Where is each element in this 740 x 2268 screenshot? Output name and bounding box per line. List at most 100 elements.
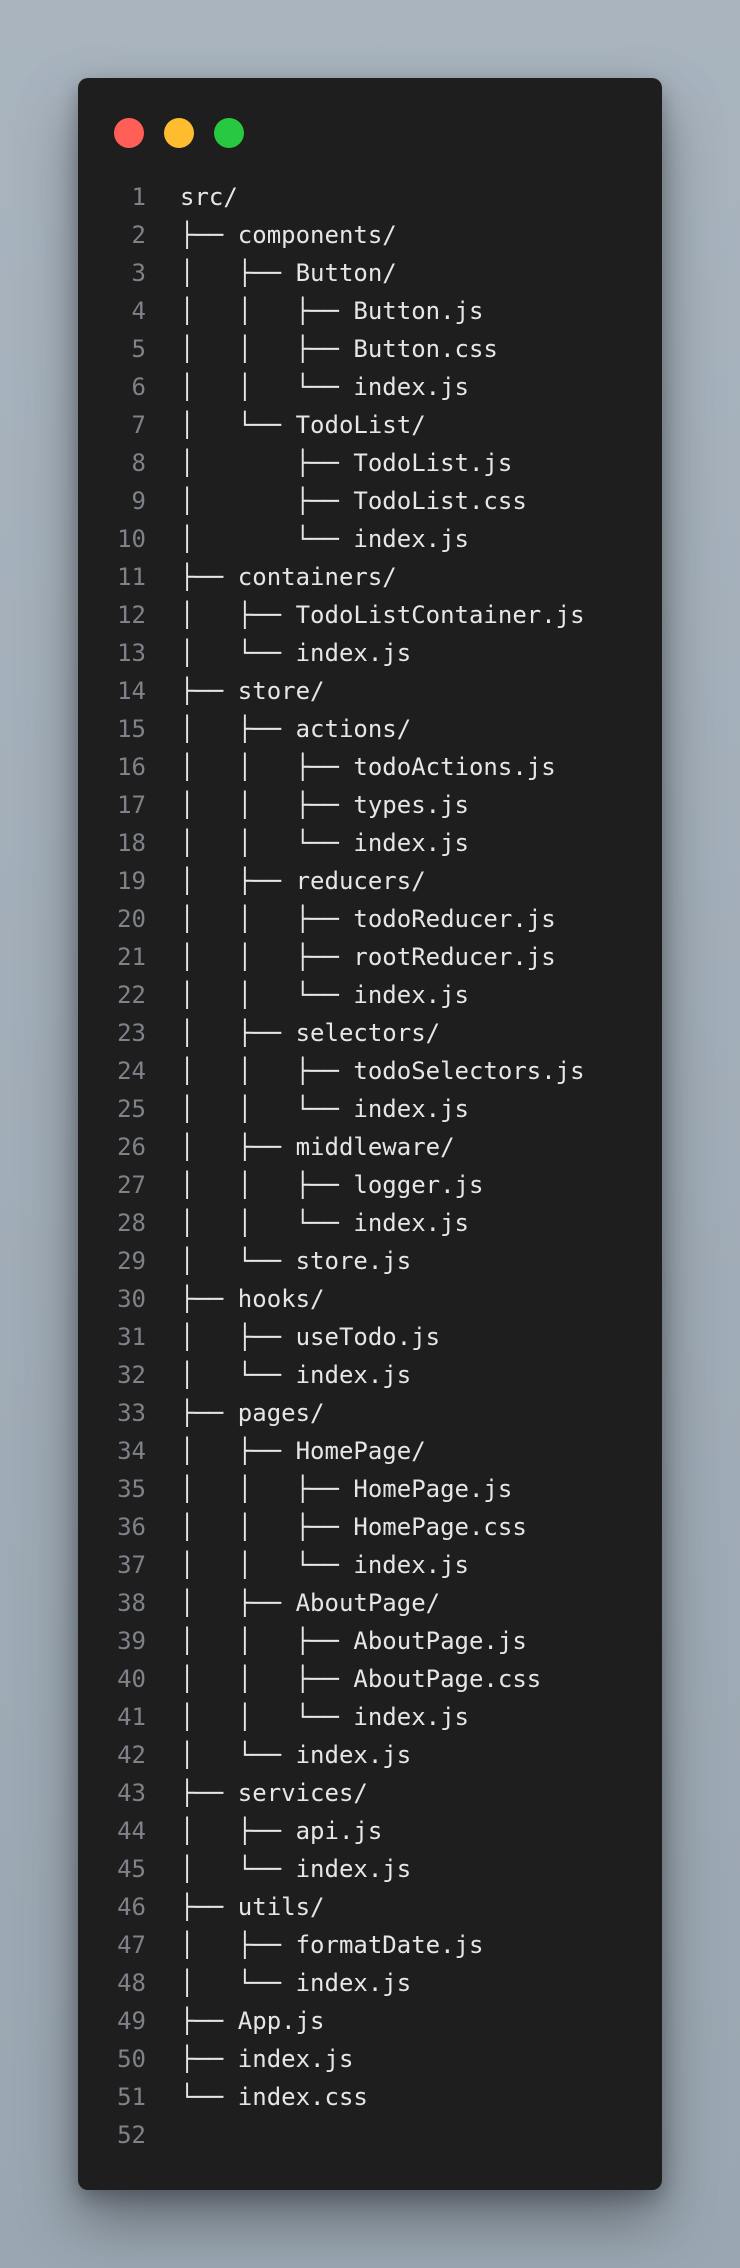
line-number: 23 (117, 1019, 146, 1047)
code-line: 36 │ │ ├── HomePage.css (78, 1508, 662, 1546)
line-text: │ ├── api.js (180, 1817, 383, 1845)
line-text (146, 2116, 180, 2154)
code-line: 21 │ │ ├── rootReducer.js (78, 938, 662, 976)
line-number: 15 (117, 715, 146, 743)
code-window: 1 src/2 ├── components/3 │ ├── Button/4 │ │ … (78, 78, 662, 2190)
line-number: 27 (117, 1171, 146, 1199)
line-text: │ │ ├── Button.css (180, 335, 498, 363)
line-text: │ │ ├── types.js (180, 791, 469, 819)
line-text: ├── utils/ (180, 1893, 325, 1921)
line-number: 41 (117, 1703, 146, 1731)
line-text: ├── pages/ (180, 1399, 325, 1427)
line-number: 6 (131, 373, 146, 401)
line-text: src/ (180, 183, 238, 211)
line-number: 30 (117, 1285, 146, 1313)
line-text: │ └── index.js (180, 525, 469, 553)
line-text: │ └── TodoList/ (180, 411, 426, 439)
code-line: 27 │ │ ├── logger.js (78, 1166, 662, 1204)
line-number: 12 (117, 601, 146, 629)
line-number: 1 (131, 183, 146, 211)
line-text: │ ├── selectors/ (180, 1019, 441, 1047)
line-text: ├── store/ (180, 677, 325, 705)
line-text: ├── index.js (180, 2045, 354, 2073)
line-number: 37 (117, 1551, 146, 1579)
code-line: 3 │ ├── Button/ (78, 254, 662, 292)
line-number: 5 (131, 335, 146, 363)
line-text: │ ├── middleware/ (180, 1133, 455, 1161)
line-number: 39 (117, 1627, 146, 1655)
line-text: │ │ └── index.js (180, 981, 469, 1009)
maximize-button[interactable] (214, 118, 244, 148)
line-number: 22 (117, 981, 146, 1009)
code-line: 11 ├── containers/ (78, 558, 662, 596)
line-text: │ ├── reducers/ (180, 867, 426, 895)
code-line: 44 │ ├── api.js (78, 1812, 662, 1850)
code-line: 41 │ │ └── index.js (78, 1698, 662, 1736)
line-text: │ │ ├── rootReducer.js (180, 943, 556, 971)
code-line: 2 ├── components/ (78, 216, 662, 254)
line-number: 44 (117, 1817, 146, 1845)
line-text: │ ├── useTodo.js (180, 1323, 441, 1351)
line-number: 28 (117, 1209, 146, 1237)
code-line: 12 │ ├── TodoListContainer.js (78, 596, 662, 634)
line-text: │ │ ├── todoReducer.js (180, 905, 556, 933)
code-line: 4 │ │ ├── Button.js (78, 292, 662, 330)
minimize-button[interactable] (164, 118, 194, 148)
line-number: 40 (117, 1665, 146, 1693)
code-line: 37 │ │ └── index.js (78, 1546, 662, 1584)
line-text: └── index.css (180, 2083, 368, 2111)
line-text: ├── components/ (180, 221, 397, 249)
code-line: 45 │ └── index.js (78, 1850, 662, 1888)
line-text: │ ├── actions/ (180, 715, 412, 743)
line-number: 4 (131, 297, 146, 325)
code-line: 1 src/ (78, 178, 662, 216)
line-text: │ │ ├── AboutPage.css (180, 1665, 542, 1693)
code-line: 26 │ ├── middleware/ (78, 1128, 662, 1166)
code-line: 47 │ ├── formatDate.js (78, 1926, 662, 1964)
line-text: │ │ ├── logger.js (180, 1171, 484, 1199)
code-line: 35 │ │ ├── HomePage.js (78, 1470, 662, 1508)
line-text: │ └── index.js (180, 1855, 412, 1883)
code-line: 31 │ ├── useTodo.js (78, 1318, 662, 1356)
line-number: 50 (117, 2045, 146, 2073)
code-line: 24 │ │ ├── todoSelectors.js (78, 1052, 662, 1090)
code-line: 38 │ ├── AboutPage/ (78, 1584, 662, 1622)
line-number: 47 (117, 1931, 146, 1959)
code-line: 29 │ └── store.js (78, 1242, 662, 1280)
line-number: 17 (117, 791, 146, 819)
code-line: 25 │ │ └── index.js (78, 1090, 662, 1128)
line-number: 35 (117, 1475, 146, 1503)
line-number: 16 (117, 753, 146, 781)
line-text: │ ├── formatDate.js (180, 1931, 484, 1959)
line-number: 25 (117, 1095, 146, 1123)
line-number: 7 (131, 411, 146, 439)
code-line: 34 │ ├── HomePage/ (78, 1432, 662, 1470)
code-line: 7 │ └── TodoList/ (78, 406, 662, 444)
line-text: │ └── index.js (180, 1969, 412, 1997)
line-text: │ ├── Button/ (180, 259, 397, 287)
line-number: 42 (117, 1741, 146, 1769)
line-text: │ ├── TodoList.css (180, 487, 527, 515)
line-number: 2 (131, 221, 146, 249)
line-text: ├── containers/ (180, 563, 397, 591)
line-number: 21 (117, 943, 146, 971)
line-number: 3 (131, 259, 146, 287)
code-line: 23 │ ├── selectors/ (78, 1014, 662, 1052)
code-block: 1 src/2 ├── components/3 │ ├── Button/4 │ │ … (78, 178, 662, 2154)
line-text: │ │ └── index.js (180, 1551, 469, 1579)
line-number: 10 (117, 525, 146, 553)
code-line: 40 │ │ ├── AboutPage.css (78, 1660, 662, 1698)
code-line: 18 │ │ └── index.js (78, 824, 662, 862)
line-number: 18 (117, 829, 146, 857)
close-button[interactable] (114, 118, 144, 148)
line-number: 48 (117, 1969, 146, 1997)
code-line: 50 ├── index.js (78, 2040, 662, 2078)
line-text: │ │ ├── AboutPage.js (180, 1627, 527, 1655)
line-number: 34 (117, 1437, 146, 1465)
code-line: 49 ├── App.js (78, 2002, 662, 2040)
code-line: 6 │ │ └── index.js (78, 368, 662, 406)
code-line: 33 ├── pages/ (78, 1394, 662, 1432)
line-text: │ │ └── index.js (180, 373, 469, 401)
line-number: 19 (117, 867, 146, 895)
line-text: │ │ └── index.js (180, 829, 469, 857)
